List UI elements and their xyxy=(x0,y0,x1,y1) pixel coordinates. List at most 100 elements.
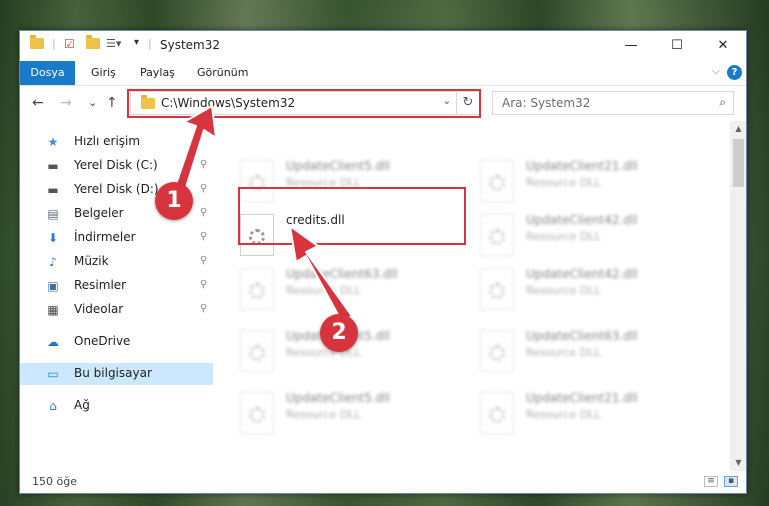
dll-file-icon xyxy=(480,268,514,310)
file-type: Resource DLL xyxy=(286,284,361,297)
sidebar-item-icon: ♪ xyxy=(49,255,57,269)
sidebar-item-icon: ▤ xyxy=(47,207,59,221)
file-type: Resource DLL xyxy=(526,408,601,421)
help-icon[interactable]: ? xyxy=(727,65,742,80)
sidebar-item-icon: ☁ xyxy=(47,335,59,349)
sidebar-item-icon: ▣ xyxy=(47,279,59,293)
file-list: UpdateClient5.dll Resource DLL credits.dll… xyxy=(220,121,735,461)
sidebar-item-label: Müzik xyxy=(74,254,109,268)
file-item[interactable]: UpdateClient5.dll Resource DLL xyxy=(220,387,450,437)
recent-locations-button[interactable]: ⌄ xyxy=(88,96,97,109)
file-item[interactable]: UpdateClient63.dll Resource DLL xyxy=(220,263,450,313)
back-button[interactable]: ← xyxy=(32,95,44,111)
file-item[interactable]: UpdateClient21.dll Resource DLL xyxy=(460,387,690,437)
sidebar-item-label: Hızlı erişim xyxy=(74,134,141,148)
sidebar-item[interactable]: ▬ Yerel Disk (C:) ⚲ xyxy=(20,155,213,177)
maximize-button[interactable]: ☐ xyxy=(654,31,700,61)
sidebar-item-icon: ▬ xyxy=(47,159,59,173)
file-name: UpdateClient63.dll xyxy=(286,267,398,281)
file-name: UpdateClient21.dll xyxy=(526,159,638,173)
customize-toolbar-icon[interactable]: ☰▾ xyxy=(106,37,121,53)
ribbon: Dosya Giriş Paylaş Görünüm ⌵ ? xyxy=(20,61,746,86)
new-folder-icon[interactable] xyxy=(86,35,100,54)
file-name: UpdateClient21.dll xyxy=(526,391,638,405)
file-type: Resource DLL xyxy=(286,408,361,421)
step-badge-2: 2 xyxy=(320,314,358,352)
sidebar-item-label: Yerel Disk (D:) xyxy=(74,182,159,196)
pin-icon: ⚲ xyxy=(200,159,208,170)
dll-file-icon xyxy=(240,392,274,434)
navigation-pane: ★ Hızlı erişim ▬ Yerel Disk (C:) ⚲ ▬ Yerel Dis… xyxy=(20,121,213,461)
step-badge-1: 1 xyxy=(155,182,193,220)
sidebar-item[interactable]: ☁ OneDrive xyxy=(20,331,213,353)
sidebar-item-label: Resimler xyxy=(74,278,127,292)
up-button[interactable]: ↑ xyxy=(106,95,118,111)
file-type: Resource DLL xyxy=(526,284,601,297)
explorer-window: | ☑ ☰▾ ▾ | System32 — ☐ ✕ Dosya Giriş Pa… xyxy=(19,30,747,494)
file-type: Resource DLL xyxy=(526,230,601,243)
sidebar-item[interactable]: ♪ Müzik ⚲ xyxy=(20,251,213,273)
dll-file-icon xyxy=(480,160,514,202)
file-name: UpdateClient5.dll xyxy=(286,391,390,405)
separator: | xyxy=(52,37,56,50)
sidebar-item-icon: ⌂ xyxy=(49,399,57,413)
sidebar-item-label: Belgeler xyxy=(74,206,124,220)
dll-file-icon xyxy=(480,330,514,372)
sidebar-item-label: Yerel Disk (C:) xyxy=(74,158,158,172)
details-view-icon[interactable]: ≡ xyxy=(704,476,718,487)
pin-icon: ⚲ xyxy=(200,207,208,218)
large-icons-view-icon[interactable]: ▪ xyxy=(724,476,738,487)
file-name: UpdateClient63.dll xyxy=(526,329,638,343)
search-box[interactable]: Ara: System32 ⌕ xyxy=(492,91,734,115)
dll-file-icon xyxy=(240,330,274,372)
forward-button[interactable]: → xyxy=(60,95,72,111)
file-item[interactable]: UpdateClient42.dll Resource DLL xyxy=(460,263,690,313)
file-item[interactable]: UpdateClient21.dll Resource DLL xyxy=(460,155,690,205)
dll-file-icon xyxy=(240,268,274,310)
sidebar-item[interactable]: ⬇ İndirmeler ⚲ xyxy=(20,227,213,249)
pin-icon: ⚲ xyxy=(200,279,208,290)
sidebar-item-icon: ⬇ xyxy=(47,231,59,245)
expand-ribbon-icon[interactable]: ⌵ xyxy=(712,64,720,78)
sidebar-item-label: Ağ xyxy=(74,398,90,412)
properties-icon[interactable]: ☑ xyxy=(64,37,75,53)
quick-access-dropdown-icon[interactable]: ▾ xyxy=(134,37,139,53)
folder-icon xyxy=(30,35,44,54)
sidebar-item-label: İndirmeler xyxy=(74,230,136,244)
sidebar-item-icon: ▦ xyxy=(47,303,59,317)
scroll-down-icon[interactable]: ▼ xyxy=(730,455,746,471)
status-bar: 150 öğe ≡ ▪ xyxy=(20,471,746,493)
address-highlight-box xyxy=(127,89,481,118)
pin-icon: ⚲ xyxy=(200,231,208,242)
sidebar-item[interactable]: ▦ Videolar ⚲ xyxy=(20,299,213,321)
file-highlight-box xyxy=(238,187,466,245)
sidebar-item[interactable]: ⌂ Ağ xyxy=(20,395,213,417)
sidebar-item[interactable]: ▣ Resimler ⚲ xyxy=(20,275,213,297)
sidebar-item[interactable]: ★ Hızlı erişim xyxy=(20,131,213,153)
file-name: UpdateClient5.dll xyxy=(286,159,390,173)
tab-paylas[interactable]: Paylaş xyxy=(140,61,175,85)
file-item[interactable]: UpdateClient42.dll Resource DLL xyxy=(460,209,690,259)
close-button[interactable]: ✕ xyxy=(700,31,746,61)
scroll-thumb[interactable] xyxy=(733,139,744,187)
scroll-up-icon[interactable]: ▲ xyxy=(730,121,746,137)
file-name: UpdateClient42.dll xyxy=(526,213,638,227)
search-icon[interactable]: ⌕ xyxy=(719,95,726,110)
vertical-scrollbar[interactable]: ▲ ▼ xyxy=(730,121,746,471)
sidebar-item[interactable]: ▭ Bu bilgisayar xyxy=(20,363,213,385)
tab-gorunum[interactable]: Görünüm xyxy=(197,61,248,85)
file-type: Resource DLL xyxy=(526,346,601,359)
minimize-button[interactable]: — xyxy=(608,31,654,61)
sidebar-item-label: OneDrive xyxy=(74,334,131,348)
search-placeholder: Ara: System32 xyxy=(502,96,591,110)
window-title: System32 xyxy=(160,38,221,52)
sidebar-item-icon: ★ xyxy=(47,135,59,149)
file-type: Resource DLL xyxy=(526,176,601,189)
title-bar: | ☑ ☰▾ ▾ | System32 — ☐ ✕ xyxy=(20,31,746,61)
dll-file-icon xyxy=(480,392,514,434)
pin-icon: ⚲ xyxy=(200,255,208,266)
file-item[interactable]: UpdateClient63.dll Resource DLL xyxy=(460,325,690,375)
tab-giris[interactable]: Giriş xyxy=(91,61,116,85)
tab-dosya[interactable]: Dosya xyxy=(20,61,75,85)
item-count: 150 öğe xyxy=(32,475,77,488)
